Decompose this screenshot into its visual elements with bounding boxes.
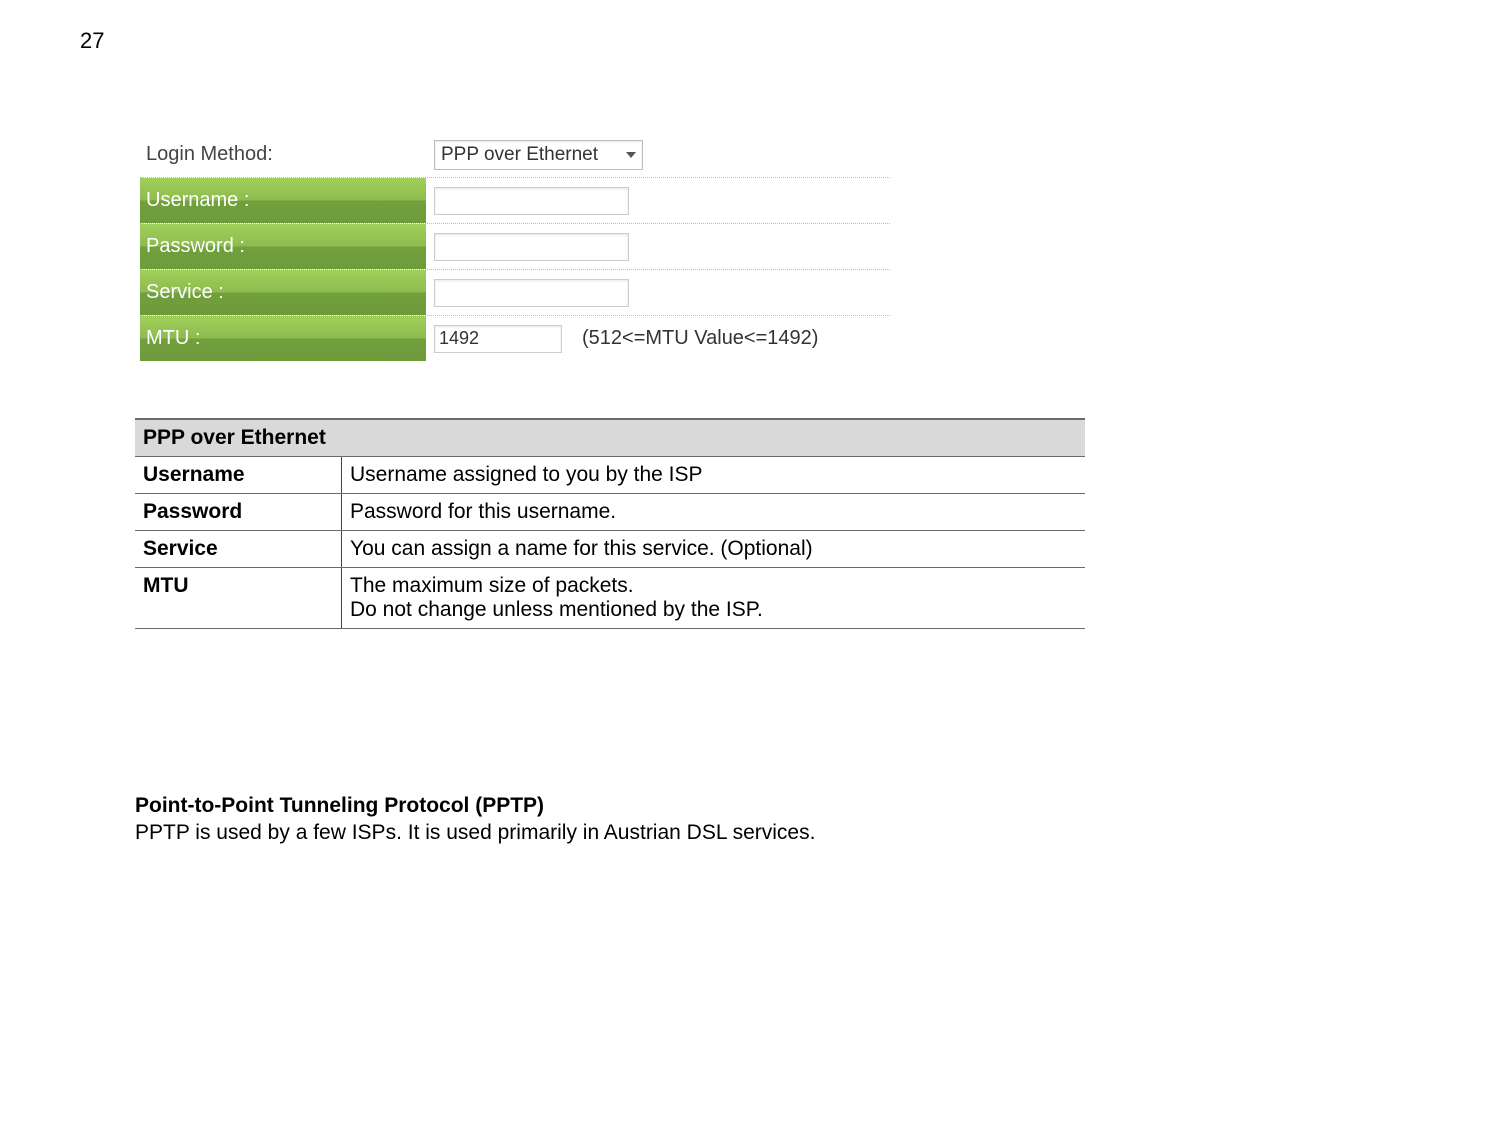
table-row: Username Username assigned to you by the… bbox=[135, 457, 1085, 494]
service-label: Service : bbox=[140, 270, 426, 315]
password-input[interactable] bbox=[434, 233, 629, 261]
table-val: The maximum size of packets. Do not chan… bbox=[342, 568, 1086, 629]
table-row: Service You can assign a name for this s… bbox=[135, 531, 1085, 568]
login-method-label: Login Method: bbox=[140, 143, 426, 166]
table-val: Username assigned to you by the ISP bbox=[342, 457, 1086, 494]
pppoe-description-table: PPP over Ethernet Username Username assi… bbox=[135, 418, 1085, 629]
mtu-hint: (512<=MTU Value<=1492) bbox=[582, 327, 818, 350]
table-val: Password for this username. bbox=[342, 494, 1086, 531]
login-method-select[interactable]: PPP over Ethernet bbox=[434, 140, 643, 170]
table-key: MTU bbox=[135, 568, 342, 629]
pptp-body: PPTP is used by a few ISPs. It is used p… bbox=[135, 819, 815, 846]
table-key: Username bbox=[135, 457, 342, 494]
page-number: 27 bbox=[80, 28, 104, 54]
chevron-down-icon bbox=[626, 152, 636, 158]
login-method-value: PPP over Ethernet bbox=[441, 144, 598, 166]
table-header: PPP over Ethernet bbox=[135, 419, 1085, 457]
table-row: MTU The maximum size of packets. Do not … bbox=[135, 568, 1085, 629]
table-key: Password bbox=[135, 494, 342, 531]
pptp-section: Point-to-Point Tunneling Protocol (PPTP)… bbox=[135, 792, 815, 847]
password-label: Password : bbox=[140, 224, 426, 269]
mtu-input[interactable] bbox=[434, 325, 562, 353]
pptp-title: Point-to-Point Tunneling Protocol (PPTP) bbox=[135, 792, 815, 819]
table-key: Service bbox=[135, 531, 342, 568]
pppoe-form: Login Method: PPP over Ethernet Username… bbox=[140, 132, 890, 361]
username-input[interactable] bbox=[434, 187, 629, 215]
mtu-label: MTU : bbox=[140, 316, 426, 361]
table-row: Password Password for this username. bbox=[135, 494, 1085, 531]
service-input[interactable] bbox=[434, 279, 629, 307]
table-val: You can assign a name for this service. … bbox=[342, 531, 1086, 568]
username-label: Username : bbox=[140, 178, 426, 223]
